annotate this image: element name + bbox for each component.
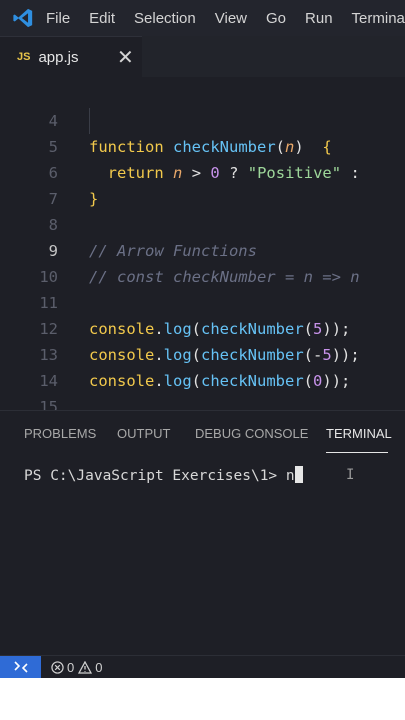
code-line: 8 // Arrow Functions (0, 186, 405, 260)
menu-edit[interactable]: Edit (89, 10, 115, 27)
code-line: 11 console.log(checkNumber(5)); (0, 264, 405, 338)
javascript-file-icon: JS (17, 51, 31, 63)
tab-app-js[interactable]: JS app.js ✕ (0, 36, 142, 77)
close-icon[interactable]: ✕ (117, 45, 134, 70)
menu-file[interactable]: File (46, 10, 70, 27)
editor-tab-bar: JS app.js ✕ (0, 36, 405, 77)
warning-icon (78, 660, 93, 674)
terminal-input[interactable]: n (286, 468, 295, 484)
code-line: 5 return n > 0 ? "Positive" : (0, 108, 405, 182)
remote-icon (13, 661, 28, 673)
tab-terminal[interactable]: TERMINAL (326, 426, 392, 441)
menu-bar: File Edit Selection View Go Run Terminal (0, 0, 405, 36)
code-line: 13 console.log(checkNumber(0)); (0, 316, 405, 390)
code-line: 14 (0, 342, 405, 390)
vscode-logo-icon[interactable] (0, 0, 46, 36)
terminal-prompt-line: PS C:\JavaScript Exercises\1> n (24, 466, 303, 484)
tab-output[interactable]: OUTPUT (117, 426, 170, 441)
terminal-prompt: PS C:\JavaScript Exercises\1> (24, 468, 286, 484)
menu-terminal[interactable]: Terminal (352, 10, 405, 27)
tab-label: app.js (38, 48, 79, 66)
code-line-active: 9 // const checkNumber = n => n (0, 212, 405, 286)
code-line: 16 (0, 394, 405, 410)
menu-selection[interactable]: Selection (134, 10, 196, 27)
code-line: 7 (0, 160, 405, 208)
menu-go[interactable]: Go (266, 10, 286, 27)
code-line: 15 (0, 368, 405, 410)
code-line: 6 } (0, 134, 405, 208)
panel-tab-bar: PROBLEMS OUTPUT DEBUG CONSOLE TERMINAL (0, 411, 405, 457)
code-line: 12 console.log(checkNumber(-5)); (0, 290, 405, 364)
status-bar: 0 0 (0, 655, 405, 678)
code-editor[interactable]: 4 function checkNumber(n) { 5 return n >… (0, 77, 405, 410)
remote-indicator[interactable] (0, 656, 41, 678)
text-cursor-icon: I (346, 467, 355, 483)
menu-run[interactable]: Run (305, 10, 333, 27)
terminal[interactable]: PS C:\JavaScript Exercises\1> n I (0, 457, 405, 655)
warning-count: 0 (95, 659, 103, 675)
active-tab-indicator (326, 452, 388, 453)
problems-status[interactable]: 0 0 (51, 660, 106, 675)
tab-debug-console[interactable]: DEBUG CONSOLE (195, 426, 308, 441)
screen-bottom-area (0, 678, 405, 720)
menu-view[interactable]: View (215, 10, 247, 27)
error-icon (51, 660, 64, 674)
terminal-cursor (294, 466, 303, 483)
error-count: 0 (67, 659, 75, 675)
code-line: 4 function checkNumber(n) { (0, 82, 405, 156)
tab-problems[interactable]: PROBLEMS (24, 426, 96, 441)
code-line: 10 (0, 238, 405, 286)
